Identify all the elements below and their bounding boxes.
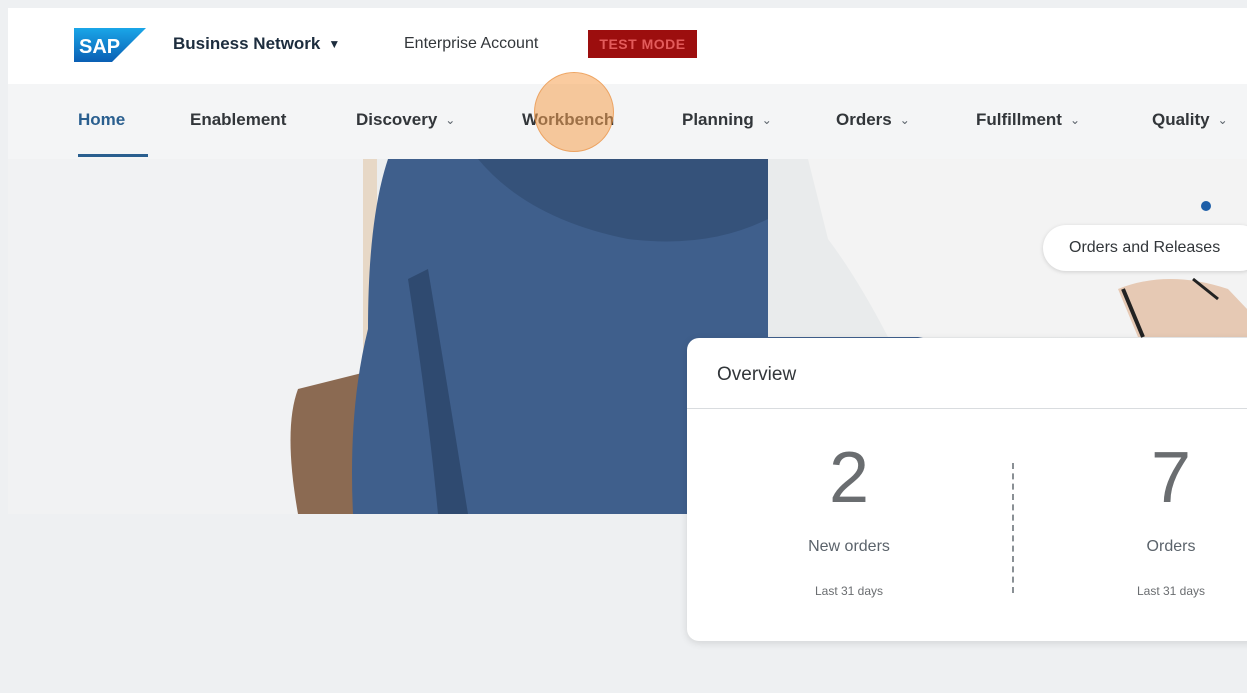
- chevron-down-icon: ⌄: [899, 113, 910, 127]
- overview-card: Overview 2 New orders Last 31 days 7 Ord…: [687, 338, 1247, 641]
- nav-enablement-label: Enablement: [190, 110, 287, 129]
- test-mode-badge: TEST MODE: [588, 30, 697, 58]
- nav-fulfillment[interactable]: Fulfillment ⌄: [976, 110, 1080, 130]
- top-header: SAP Business Network ▼ Enterprise Accoun…: [8, 8, 1247, 84]
- click-indicator: [534, 72, 614, 152]
- brand-label: Business Network: [173, 34, 321, 53]
- nav-discovery-label: Discovery: [356, 110, 438, 129]
- account-label: Enterprise Account: [404, 35, 539, 52]
- active-tab-indicator: [78, 154, 148, 157]
- nav-discovery[interactable]: Discovery ⌄: [356, 110, 455, 130]
- kpi-period: Last 31 days: [1136, 584, 1206, 598]
- chevron-down-icon: ⌄: [1217, 113, 1228, 127]
- svg-text:SAP: SAP: [79, 36, 120, 58]
- nav-quality-label: Quality: [1152, 110, 1210, 129]
- kpi-label: New orders: [808, 538, 890, 555]
- main-nav: Home Enablement Discovery ⌄ Workbench Pl…: [8, 84, 1247, 160]
- chevron-down-icon: ⌄: [445, 113, 456, 127]
- kpi-new-orders[interactable]: 2 New orders Last 31 days: [699, 438, 999, 598]
- card-divider: [687, 408, 1247, 409]
- sap-logo[interactable]: SAP: [74, 28, 146, 62]
- chevron-down-icon: ⌄: [761, 113, 772, 127]
- caret-down-icon: ▼: [328, 37, 341, 51]
- kpi-value: 7: [1150, 438, 1192, 518]
- nav-fulfillment-label: Fulfillment: [976, 110, 1062, 129]
- overview-title: Overview: [717, 364, 797, 385]
- chevron-down-icon: ⌄: [1069, 113, 1081, 127]
- nav-home[interactable]: Home: [78, 110, 125, 130]
- nav-orders[interactable]: Orders ⌄: [836, 110, 910, 130]
- kpi-label: Orders: [1146, 538, 1196, 555]
- kpi-period: Last 31 days: [814, 584, 884, 598]
- nav-planning-label: Planning: [682, 110, 754, 129]
- nav-planning[interactable]: Planning ⌄: [682, 110, 772, 130]
- nav-enablement[interactable]: Enablement: [190, 110, 286, 130]
- kpi-divider: [1012, 463, 1014, 593]
- nav-home-label: Home: [78, 110, 126, 129]
- nav-quality[interactable]: Quality ⌄: [1152, 110, 1228, 130]
- kpi-value: 2: [828, 438, 870, 518]
- business-network-menu[interactable]: Business Network ▼: [173, 34, 340, 54]
- orders-and-releases-pill[interactable]: Orders and Releases: [1043, 225, 1247, 271]
- nav-orders-label: Orders: [836, 110, 892, 129]
- kpi-orders[interactable]: 7 Orders Last 31 days: [1021, 438, 1247, 598]
